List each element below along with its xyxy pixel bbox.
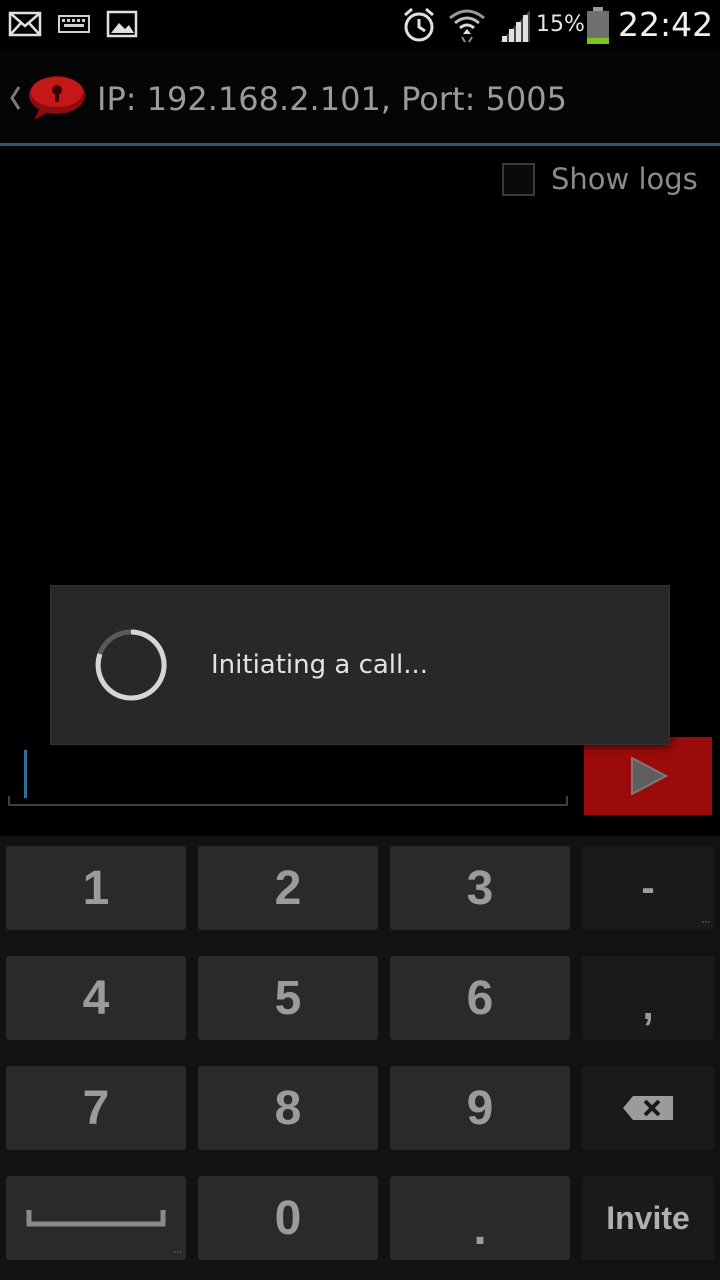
keyboard-icon — [58, 15, 90, 33]
key-period[interactable]: . — [390, 1176, 570, 1260]
show-logs-toggle[interactable]: Show logs — [502, 162, 698, 196]
connection-title: IP: 192.168.2.101, Port: 5005 — [97, 80, 567, 118]
key-4[interactable]: 4 — [6, 956, 186, 1040]
input-underline — [8, 796, 568, 806]
action-bar-divider — [0, 143, 720, 146]
key-0[interactable]: 0 — [198, 1176, 378, 1260]
alarm-icon — [404, 7, 434, 42]
show-logs-checkbox[interactable] — [502, 162, 535, 196]
wifi-icon — [449, 9, 485, 43]
key-8[interactable]: 8 — [198, 1066, 378, 1150]
progress-spinner-icon — [95, 629, 167, 701]
text-cursor — [24, 750, 27, 798]
clock: 22:42 — [618, 5, 714, 44]
mail-icon — [8, 11, 42, 37]
key-3[interactable]: 3 — [390, 846, 570, 930]
key-9[interactable]: 9 — [390, 1066, 570, 1150]
backspace-key[interactable] — [582, 1066, 714, 1150]
up-chevron-icon[interactable] — [8, 84, 22, 112]
space-bar-icon — [26, 1210, 166, 1227]
key-7[interactable]: 7 — [6, 1066, 186, 1150]
key-dash[interactable]: - ··· — [582, 846, 714, 930]
play-icon — [631, 756, 668, 796]
key-6[interactable]: 6 — [390, 956, 570, 1040]
more-indicator: ··· — [173, 1244, 183, 1258]
show-logs-label: Show logs — [551, 162, 698, 196]
dialog-message: Initiating a call... — [211, 650, 429, 680]
signal-icon — [500, 10, 530, 42]
image-icon — [106, 10, 138, 38]
call-button[interactable] — [584, 737, 712, 815]
key-1[interactable]: 1 — [6, 846, 186, 930]
key-5[interactable]: 5 — [198, 956, 378, 1040]
invite-key[interactable]: Invite — [582, 1176, 714, 1260]
app-logo-icon[interactable] — [26, 74, 86, 122]
numeric-keypad: 1 2 3 - ··· 4 5 6 , 7 8 9 ··· 0 . Invite — [0, 836, 720, 1280]
key-2[interactable]: 2 — [198, 846, 378, 930]
backspace-icon — [623, 1096, 673, 1120]
key-comma[interactable]: , — [582, 956, 714, 1040]
address-input[interactable] — [8, 740, 568, 806]
battery-icon — [587, 7, 609, 44]
space-key[interactable]: ··· — [6, 1176, 186, 1260]
battery-percent: 15% — [536, 12, 585, 37]
more-indicator: ··· — [701, 914, 711, 928]
status-bar: 15% 22:42 — [0, 0, 720, 50]
progress-dialog: Initiating a call... — [50, 585, 670, 745]
